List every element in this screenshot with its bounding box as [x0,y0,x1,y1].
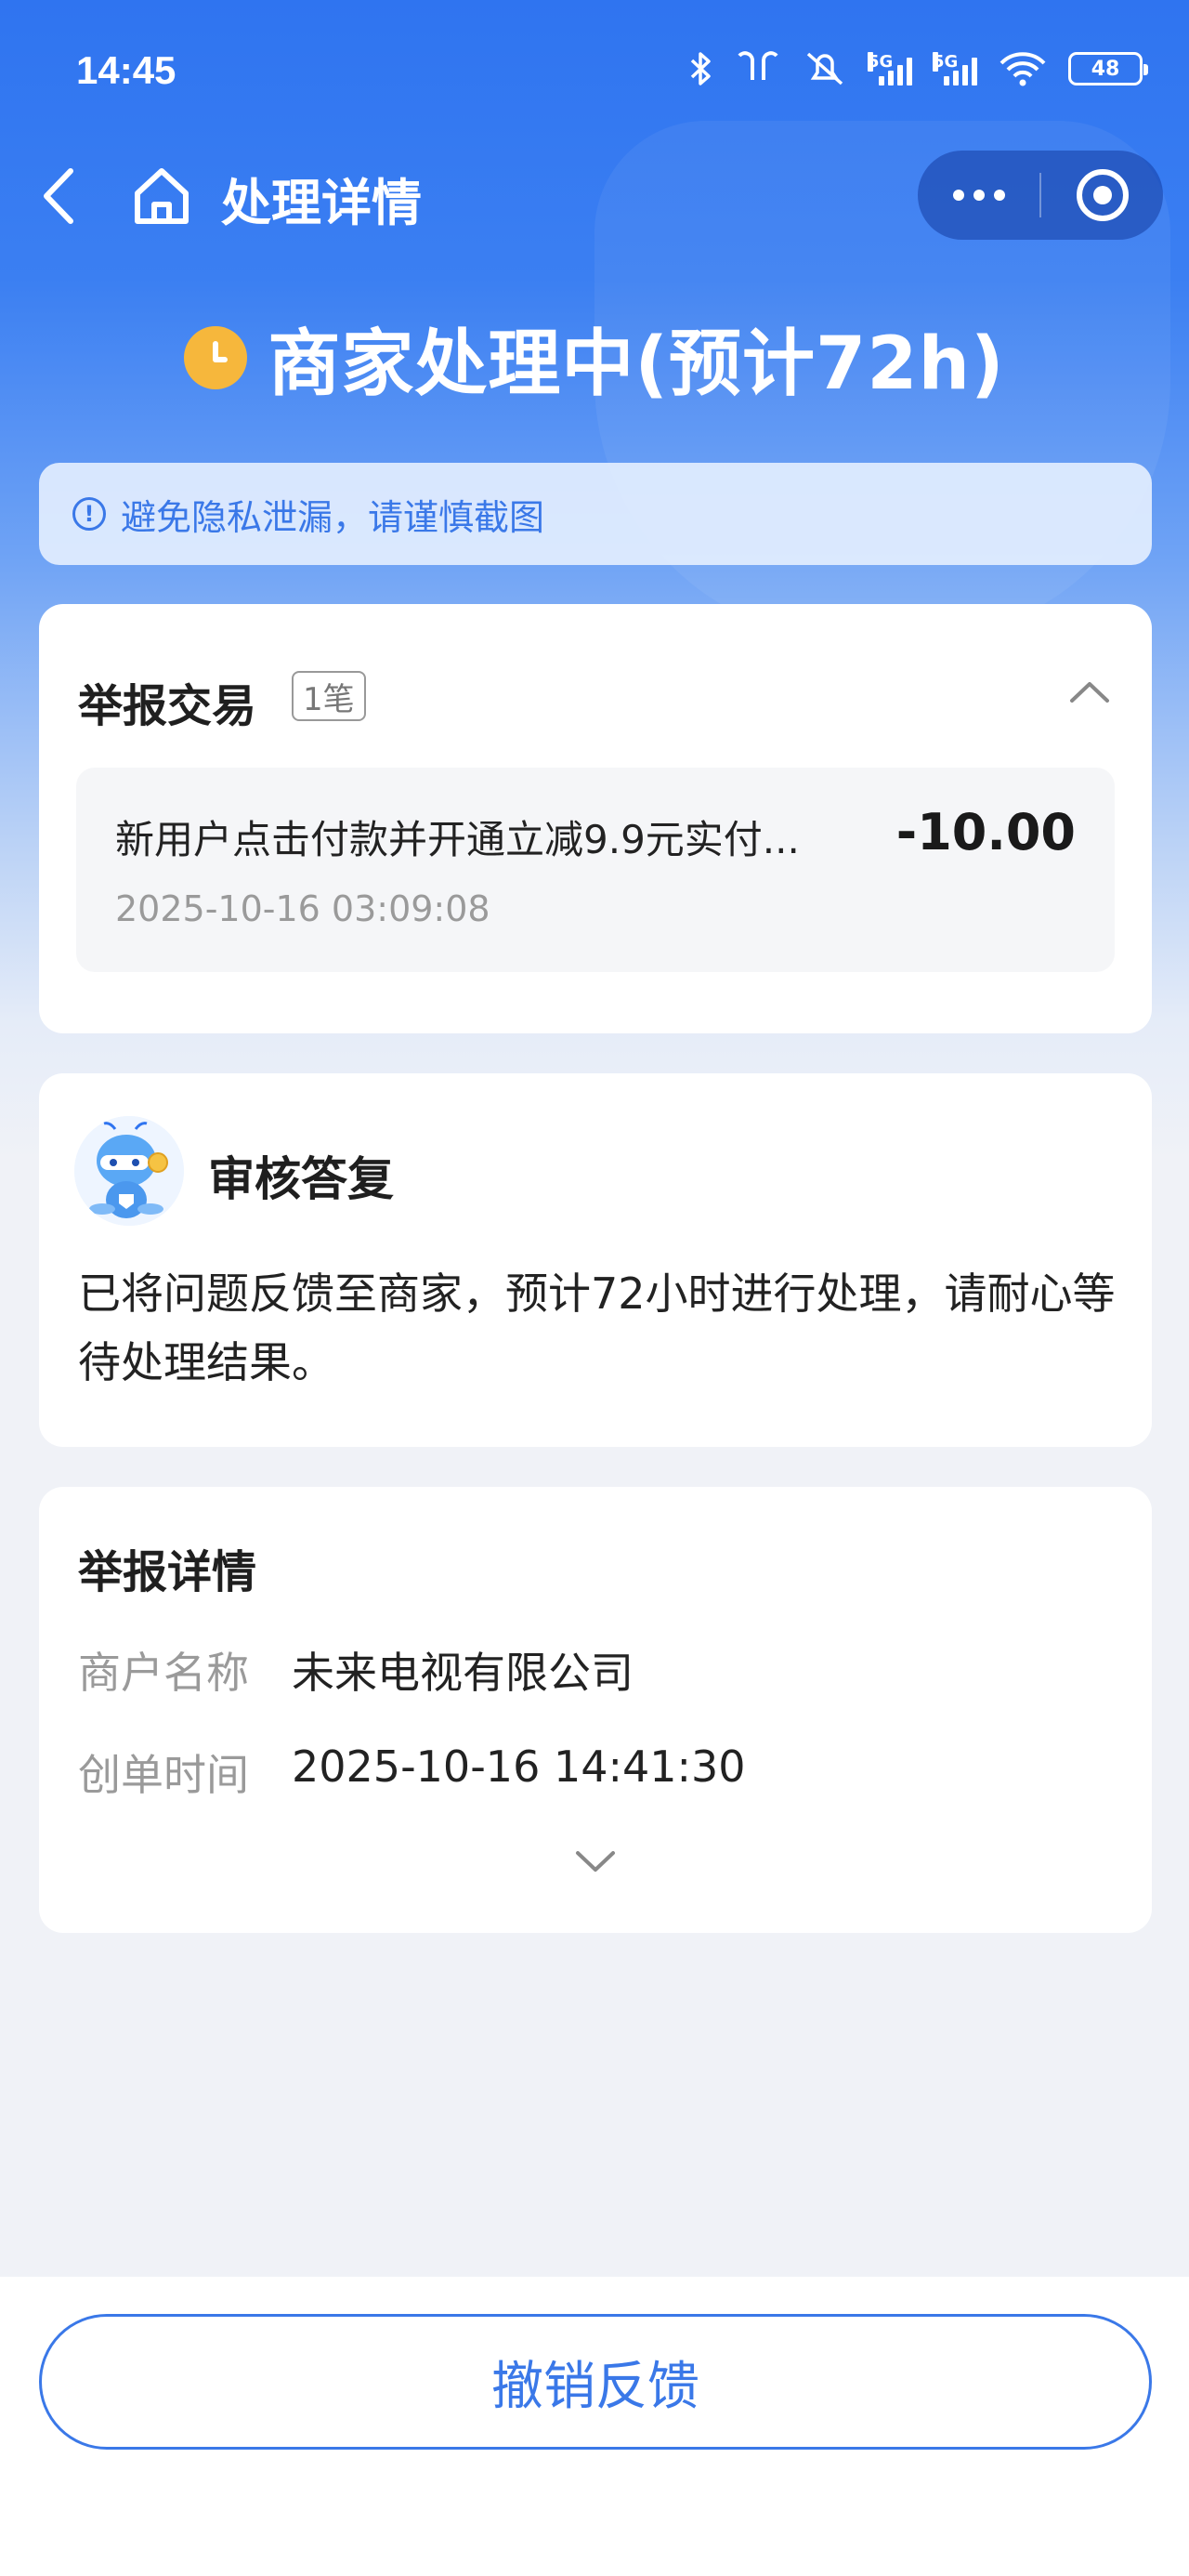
trade-count-badge: 1笔 [292,671,366,721]
home-button[interactable] [130,164,193,229]
status-time: 14:45 [76,48,176,92]
more-dot-icon [973,190,985,201]
trade-card-title: 举报交易 [78,680,257,732]
clock-icon [184,326,248,389]
trade-description: 新用户点击付款并开通立减9.9元实付... [115,817,800,862]
nav-bar: 处理详情 [0,149,1189,242]
status-heading: 商家处理中(预计72h) [0,307,1189,409]
reported-trade-card: 举报交易 1笔 新用户点击付款并开通立减9.9元实付... -10.00 202… [39,604,1152,1033]
page-title: 处理详情 [221,174,422,232]
bluetooth-icon [689,50,713,87]
signal-1-icon: 5G [868,52,912,85]
notice-text: 避免隐私泄漏，请谨慎截图 [121,496,545,538]
privacy-notice: ! 避免隐私泄漏，请谨慎截图 [39,463,1152,565]
detail-value: 未来电视有限公司 [292,1648,634,1698]
review-reply-card: 审核答复 已将问题反馈至商家，预计72小时进行处理，请耐心等待处理结果。 [39,1073,1152,1447]
trade-time: 2025-10-16 03:09:08 [115,888,490,929]
detail-label: 创单时间 [78,1750,249,1800]
robot-avatar [74,1116,184,1226]
battery-level: 48 [1091,57,1120,81]
review-title: 审核答复 [208,1152,394,1206]
report-detail-card: 举报详情 商户名称 未来电视有限公司 创单时间 2025-10-16 14:41… [39,1487,1152,1933]
trade-item[interactable]: 新用户点击付款并开通立减9.9元实付... -10.00 2025-10-16 … [76,768,1115,972]
status-bar: 14:45 5G 5G 48 [0,0,1189,149]
home-icon [135,168,189,224]
close-miniapp-button[interactable] [1041,151,1163,240]
chevron-left-icon [44,168,73,224]
signal-2-icon: 5G [933,52,977,85]
wifi-icon [998,50,1048,87]
detail-card-title: 举报详情 [78,1546,257,1598]
earbuds-icon [734,50,782,87]
detail-label: 商户名称 [78,1648,249,1698]
detail-row-created-time: 创单时间 2025-10-16 14:41:30 [78,1741,746,1803]
revoke-feedback-button[interactable]: 撤销反馈 [39,2314,1152,2450]
info-icon: ! [72,497,106,531]
status-icons: 5G 5G 48 [689,50,1148,87]
bottom-action-bar: 撤销反馈 [0,2277,1189,2576]
silent-bell-icon [803,50,847,87]
miniapp-capsule [918,151,1163,240]
detail-value: 2025-10-16 14:41:30 [292,1741,746,1792]
target-icon [1076,169,1129,221]
collapse-button[interactable] [1066,669,1113,716]
chevron-down-icon [576,1851,615,1872]
expand-details-button[interactable] [572,1838,619,1885]
more-button[interactable] [918,151,1039,240]
status-text: 商家处理中(预计72h) [268,322,1005,406]
more-dot-icon [993,190,1005,201]
chevron-up-icon [1070,682,1109,703]
more-dot-icon [952,190,964,201]
trade-amount: -10.00 [895,803,1076,861]
review-body: 已将问题反馈至商家，预计72小时进行处理，请耐心等待处理结果。 [78,1268,1116,1387]
back-button[interactable] [33,164,89,229]
battery-icon: 48 [1068,52,1148,85]
detail-row-merchant: 商户名称 未来电视有限公司 [78,1639,634,1701]
